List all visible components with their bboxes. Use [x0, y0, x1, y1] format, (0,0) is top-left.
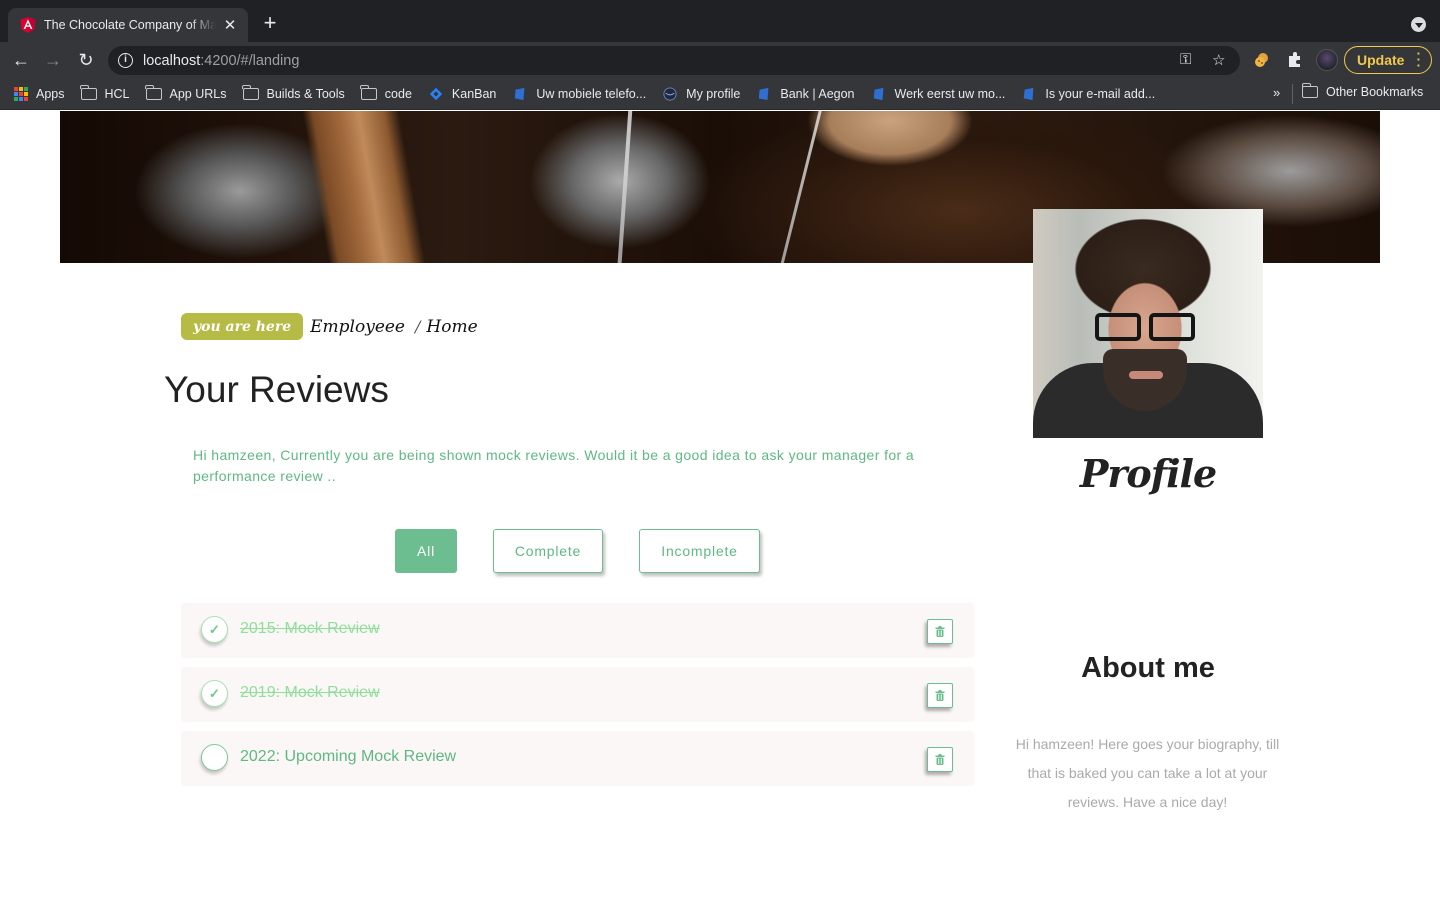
bookmark-email-check[interactable]: Is your e-mail add... — [1021, 87, 1155, 101]
bookmark-label: Apps — [36, 86, 65, 101]
bookmark-label: HCL — [104, 86, 130, 101]
review-item: 2022: Upcoming Mock Review — [181, 731, 974, 786]
filter-incomplete-button[interactable]: Incomplete — [639, 529, 760, 573]
bookmark-label: Bank | Aegon — [780, 86, 855, 101]
site-info-icon[interactable]: i — [118, 53, 133, 68]
bookmark-site-icon — [873, 87, 883, 100]
menu-dots-icon[interactable]: · · · — [1417, 47, 1421, 72]
folder-icon — [145, 84, 162, 100]
delete-button[interactable] — [927, 619, 953, 644]
intro-message: Hi hamzeen, Currently you are being show… — [193, 447, 915, 484]
bookmark-site-icon — [1024, 87, 1034, 100]
bookmark-folder-app-urls[interactable]: App URLs — [145, 84, 227, 101]
page-content: you are here Employeee / Home Your Revie… — [0, 111, 1440, 900]
review-item: ✓ 2019: Mock Review — [181, 667, 974, 722]
url-host: localhost — [143, 52, 201, 69]
breadcrumb: you are here Employeee / Home — [181, 313, 478, 340]
bookmark-label: code — [384, 86, 412, 101]
browser-tab[interactable]: The Chocolate Company of Ma ✕ — [8, 8, 248, 42]
about-me-heading: About me — [1081, 652, 1215, 684]
filter-all-button[interactable]: All — [395, 529, 457, 573]
bookmark-label: Builds & Tools — [266, 86, 345, 101]
bookmark-label: Other Bookmarks — [1326, 85, 1424, 99]
forward-arrow-icon[interactable]: → — [42, 49, 64, 71]
bookmark-label: Werk eerst uw mo... — [894, 86, 1006, 101]
trash-icon — [935, 626, 945, 637]
browser-toolbar: ← → ↻ i localhost:4200/#/landing ⚿ ☆ Upd… — [0, 42, 1440, 78]
update-button[interactable]: Update · · · — [1344, 46, 1432, 74]
bookmark-label: Uw mobiele telefo... — [536, 86, 647, 101]
you-are-here-badge: you are here — [181, 313, 304, 340]
complete-check-icon[interactable]: ✓ — [201, 680, 228, 707]
folder-icon — [1301, 83, 1318, 98]
photo-mouth — [1129, 371, 1163, 379]
bookmarks-divider — [1292, 84, 1293, 104]
star-icon[interactable]: ☆ — [1212, 51, 1225, 69]
bookmark-label: My profile — [686, 86, 741, 101]
profile-avatar[interactable] — [1316, 49, 1338, 71]
bookmark-folder-builds-tools[interactable]: Builds & Tools — [242, 84, 345, 101]
trash-icon — [935, 754, 945, 765]
apps-grid-icon — [14, 86, 28, 101]
folder-icon — [360, 84, 377, 100]
more-bookmarks-chevron-icon[interactable]: » — [1273, 85, 1280, 100]
bookmark-uw-mobiele[interactable]: Uw mobiele telefo... — [512, 87, 646, 101]
extensions-puzzle-icon[interactable] — [1285, 50, 1305, 70]
url-path: :4200/#/landing — [200, 52, 300, 69]
profile-heading: Profile — [1079, 451, 1217, 496]
angular-favicon-icon — [20, 17, 36, 33]
bookmark-label: Is your e-mail add... — [1045, 86, 1156, 101]
trash-icon — [935, 690, 945, 701]
key-icon[interactable]: ⚿ — [1180, 51, 1191, 68]
close-tab-icon[interactable]: ✕ — [222, 16, 238, 34]
breadcrumb-separator: / — [415, 317, 421, 336]
page-title: Your Reviews — [164, 369, 389, 410]
folder-icon — [242, 84, 259, 100]
profile-photo — [1033, 209, 1263, 438]
cookie-extension-icon[interactable] — [1252, 50, 1272, 70]
bookmark-site-icon — [515, 87, 525, 100]
delete-button[interactable] — [927, 747, 953, 772]
bookmark-apps[interactable]: Apps — [14, 86, 65, 101]
bookmark-label: KanBan — [451, 86, 497, 101]
bookmark-kanban[interactable]: KanBan — [428, 87, 496, 101]
bookmark-werk-eerst[interactable]: Werk eerst uw mo... — [871, 86, 1006, 101]
delete-button[interactable] — [927, 683, 953, 708]
bookmark-folder-code[interactable]: code — [360, 84, 412, 101]
bookmark-bank-aegon[interactable]: Bank | Aegon — [756, 86, 855, 101]
water-stream — [617, 111, 633, 263]
bookmarks-bar: Apps HCL App URLs Builds & Tools code Ka… — [0, 78, 1440, 110]
incomplete-circle-icon[interactable] — [201, 744, 228, 771]
tab-search-icon[interactable] — [1411, 17, 1426, 32]
diamond-icon — [429, 87, 443, 100]
other-bookmarks[interactable]: Other Bookmarks — [1301, 83, 1424, 99]
review-title[interactable]: 2022: Upcoming Mock Review — [240, 748, 456, 766]
browser-tab-strip: The Chocolate Company of Ma ✕ + — [0, 0, 1440, 42]
bookmark-site-icon — [759, 87, 769, 100]
review-title[interactable]: 2015: Mock Review — [240, 620, 380, 638]
filter-complete-button[interactable]: Complete — [493, 529, 603, 573]
reload-icon[interactable]: ↻ — [75, 49, 97, 71]
bookmark-my-profile[interactable]: My profile — [662, 87, 740, 101]
review-item: ✓ 2015: Mock Review — [181, 603, 974, 658]
water-stream — [779, 111, 824, 263]
new-tab-button[interactable]: + — [258, 12, 282, 34]
about-me-text: Hi hamzeen! Here goes your biography, ti… — [1015, 736, 1280, 810]
review-title[interactable]: 2019: Mock Review — [240, 684, 380, 702]
bookmark-label: App URLs — [169, 86, 227, 101]
bookmark-folder-hcl[interactable]: HCL — [80, 84, 130, 101]
update-label: Update — [1357, 52, 1405, 68]
address-bar[interactable]: i localhost:4200/#/landing ⚿ ☆ — [108, 46, 1240, 75]
tab-title: The Chocolate Company of Ma — [44, 18, 216, 32]
breadcrumb-home[interactable]: Home — [426, 317, 477, 337]
globe-icon — [663, 86, 677, 101]
back-arrow-icon[interactable]: ← — [10, 49, 32, 71]
breadcrumb-employee[interactable]: Employeee — [310, 317, 405, 337]
photo-glasses — [1095, 313, 1195, 341]
folder-icon — [80, 84, 97, 100]
complete-check-icon[interactable]: ✓ — [201, 616, 228, 643]
